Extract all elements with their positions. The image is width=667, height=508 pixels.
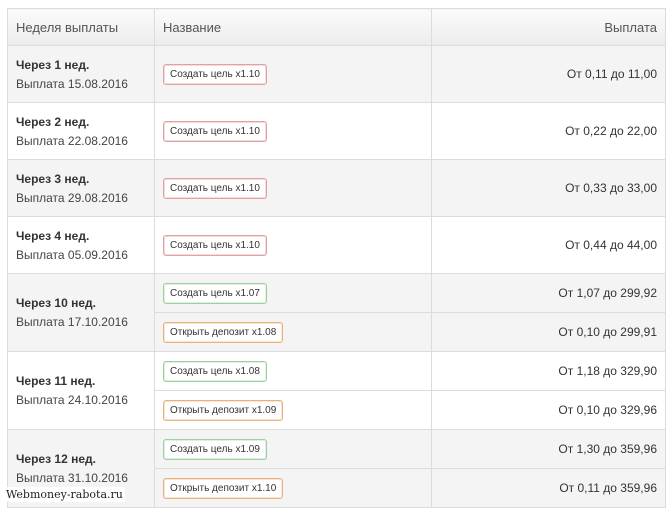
create-goal-button[interactable]: Создать цель x1.10 bbox=[163, 234, 267, 256]
payout-value: От 0,11 до 359,96 bbox=[431, 468, 666, 508]
payout-value: От 1,18 до 329,90 bbox=[431, 351, 666, 391]
site-watermark: Webmoney-rabota.ru bbox=[4, 487, 125, 502]
create-goal-button[interactable]: Создать цель x1.08 bbox=[163, 360, 267, 382]
create-goal-button[interactable]: Создать цель x1.10 bbox=[163, 177, 267, 199]
name-cell: Создать цель x1.08 bbox=[154, 351, 432, 391]
column-header-payout[interactable]: Выплата bbox=[431, 8, 666, 46]
create-goal-button[interactable]: Создать цель x1.07 bbox=[163, 282, 267, 304]
week-title: Через 10 нед. bbox=[16, 296, 96, 310]
table-row: Через 1 нед. Выплата 15.08.2016 Создать … bbox=[7, 45, 666, 103]
name-cell: Создать цель x1.07 bbox=[154, 273, 432, 313]
table-row: Через 10 нед. Выплата 17.10.2016 Создать… bbox=[7, 273, 666, 352]
week-title: Через 3 нед. bbox=[16, 171, 90, 186]
name-cell: Открыть депозит x1.08 bbox=[154, 312, 432, 352]
week-cell: Через 1 нед. Выплата 15.08.2016 bbox=[7, 45, 155, 103]
week-date: Выплата 15.08.2016 bbox=[16, 76, 128, 91]
table-row: Через 2 нед. Выплата 22.08.2016 Создать … bbox=[7, 102, 666, 160]
create-goal-button[interactable]: Создать цель x1.09 bbox=[163, 438, 267, 460]
week-cell: Через 10 нед. Выплата 17.10.2016 bbox=[7, 273, 155, 352]
week-cell: Через 11 нед. Выплата 24.10.2016 bbox=[7, 351, 155, 430]
name-cell: Открыть депозит x1.09 bbox=[154, 390, 432, 430]
create-goal-button[interactable]: Создать цель x1.10 bbox=[163, 120, 267, 142]
week-date: Выплата 22.08.2016 bbox=[16, 133, 128, 148]
column-header-week[interactable]: Неделя выплаты bbox=[7, 8, 155, 46]
week-cell: Через 3 нед. Выплата 29.08.2016 bbox=[7, 159, 155, 217]
payout-value: От 1,07 до 299,92 bbox=[431, 273, 666, 313]
payout-value: От 0,10 до 329,96 bbox=[431, 390, 666, 430]
week-title: Через 12 нед. bbox=[16, 452, 96, 466]
week-date: Выплата 05.09.2016 bbox=[16, 247, 128, 262]
name-cell: Создать цель x1.10 bbox=[154, 216, 432, 274]
payout-schedule-table: Неделя выплаты Название Выплата Через 1 … bbox=[7, 8, 666, 508]
open-deposit-button[interactable]: Открыть депозит x1.08 bbox=[163, 321, 284, 343]
table-row: Через 12 нед. Выплата 31.10.2016 Создать… bbox=[7, 429, 666, 508]
column-header-name[interactable]: Название bbox=[154, 8, 432, 46]
name-cell: Создать цель x1.10 bbox=[154, 45, 432, 103]
name-cell: Создать цель x1.10 bbox=[154, 102, 432, 160]
payout-value: От 0,44 до 44,00 bbox=[431, 216, 666, 274]
week-date: Выплата 29.08.2016 bbox=[16, 190, 128, 205]
name-cell: Создать цель x1.09 bbox=[154, 429, 432, 469]
create-goal-button[interactable]: Создать цель x1.10 bbox=[163, 63, 267, 85]
table-row: Через 11 нед. Выплата 24.10.2016 Создать… bbox=[7, 351, 666, 430]
week-title: Через 4 нед. bbox=[16, 228, 90, 243]
open-deposit-button[interactable]: Открыть депозит x1.09 bbox=[163, 399, 284, 421]
week-cell: Через 4 нед. Выплата 05.09.2016 bbox=[7, 216, 155, 274]
payout-value: От 0,33 до 33,00 bbox=[431, 159, 666, 217]
week-date: Выплата 24.10.2016 bbox=[16, 393, 128, 407]
payout-value: От 0,10 до 299,91 bbox=[431, 312, 666, 352]
week-title: Через 1 нед. bbox=[16, 57, 90, 72]
week-cell: Через 2 нед. Выплата 22.08.2016 bbox=[7, 102, 155, 160]
payout-value: От 0,22 до 22,00 bbox=[431, 102, 666, 160]
name-cell: Создать цель x1.10 bbox=[154, 159, 432, 217]
table-row: Через 4 нед. Выплата 05.09.2016 Создать … bbox=[7, 216, 666, 274]
name-cell: Открыть депозит x1.10 bbox=[154, 468, 432, 508]
table-row: Через 3 нед. Выплата 29.08.2016 Создать … bbox=[7, 159, 666, 217]
week-date: Выплата 17.10.2016 bbox=[16, 315, 128, 329]
week-date: Выплата 31.10.2016 bbox=[16, 471, 128, 485]
payout-value: От 1,30 до 359,96 bbox=[431, 429, 666, 469]
open-deposit-button[interactable]: Открыть депозит x1.10 bbox=[163, 477, 284, 499]
table-header-row: Неделя выплаты Название Выплата bbox=[7, 8, 666, 46]
week-title: Через 11 нед. bbox=[16, 374, 96, 388]
week-title: Через 2 нед. bbox=[16, 114, 90, 129]
payout-value: От 0,11 до 11,00 bbox=[431, 45, 666, 103]
